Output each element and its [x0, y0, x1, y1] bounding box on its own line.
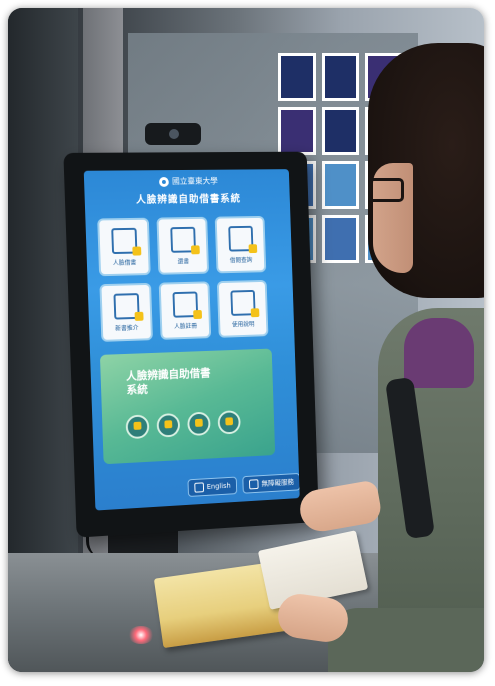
- accessibility-button[interactable]: 無障礙服務: [243, 473, 300, 494]
- mosaic-tile: [322, 161, 360, 209]
- english-button[interactable]: English: [187, 477, 237, 497]
- return-book-icon: [170, 226, 196, 252]
- university-emblem-icon: [158, 177, 168, 187]
- wheelchair-icon: [249, 479, 259, 489]
- accessibility-label: 無障礙服務: [261, 477, 294, 489]
- mosaic-tile: [322, 53, 360, 101]
- tile-guide[interactable]: 使用說明: [217, 280, 269, 338]
- webcam: [145, 123, 201, 145]
- self-checkout-kiosk: 國立臺東大學 人臉辨識自助借書系統 人臉借書 還書 借閱查詢 新書推介 人臉註冊…: [63, 152, 319, 538]
- banner-icon-row: [125, 410, 240, 439]
- tile-return-book[interactable]: 還書: [156, 217, 209, 275]
- university-name: 國立臺東大學: [172, 176, 218, 187]
- tile-label: 新書推介: [115, 322, 139, 332]
- english-label: English: [207, 482, 231, 491]
- system-title: 人臉辨識自助借書系統: [84, 189, 290, 206]
- tile-label: 人臉註冊: [174, 320, 197, 330]
- mosaic-tile: [278, 53, 316, 101]
- tile-new-books[interactable]: 新書推介: [99, 283, 153, 342]
- promo-banner: 人臉辨識自助借書系統: [100, 349, 275, 465]
- face-register-icon: [172, 291, 198, 317]
- banner-title: 人臉辨識自助借書系統: [126, 366, 213, 397]
- person-glasses: [368, 178, 404, 202]
- kiosk-screen: 國立臺東大學 人臉辨識自助借書系統 人臉借書 還書 借閱查詢 新書推介 人臉註冊…: [84, 169, 300, 510]
- university-logo: 國立臺東大學: [84, 175, 289, 188]
- transfer-icon: [187, 412, 211, 437]
- tile-label: 人臉借書: [113, 257, 137, 266]
- face-scan-icon: [125, 414, 149, 439]
- tile-label: 借閱查詢: [230, 254, 253, 263]
- screen-footer: English 無障礙服務: [187, 473, 299, 497]
- photo-frame: 國立臺東大學 人臉辨識自助借書系統 人臉借書 還書 借閱查詢 新書推介 人臉註冊…: [8, 8, 484, 672]
- tile-face-borrow[interactable]: 人臉借書: [97, 218, 151, 277]
- record-query-icon: [228, 225, 253, 251]
- mosaic-tile: [278, 107, 316, 155]
- tile-record-query[interactable]: 借閱查詢: [215, 216, 267, 273]
- camera-icon: [217, 410, 240, 434]
- red-indicator-light: [128, 626, 154, 644]
- tile-label: 使用說明: [232, 319, 255, 328]
- mosaic-tile: [322, 107, 360, 155]
- guide-icon: [230, 289, 255, 315]
- photo-scene: 國立臺東大學 人臉辨識自助借書系統 人臉借書 還書 借閱查詢 新書推介 人臉註冊…: [8, 8, 484, 672]
- face-borrow-icon: [111, 227, 137, 253]
- function-menu: 人臉借書 還書 借閱查詢 新書推介 人臉註冊 使用說明: [97, 216, 268, 342]
- mosaic-tile: [322, 215, 360, 263]
- tile-label: 還書: [177, 256, 189, 265]
- screen-header: 國立臺東大學 人臉辨識自助借書系統: [84, 169, 290, 207]
- tile-face-register[interactable]: 人臉註冊: [159, 281, 212, 339]
- language-icon: [194, 482, 204, 492]
- person-scarf: [404, 318, 474, 388]
- book-scan-icon: [156, 413, 180, 438]
- new-book-icon: [113, 293, 139, 320]
- person-sleeve: [328, 608, 484, 672]
